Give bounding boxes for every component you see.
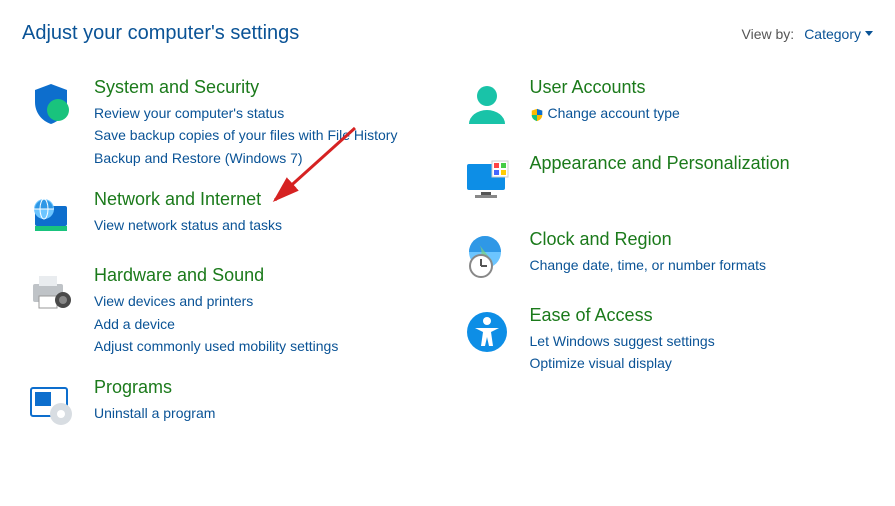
- programs-icon: [22, 375, 80, 433]
- accessibility-icon: [458, 303, 516, 361]
- clock-globe-icon: [458, 227, 516, 285]
- category-user-accounts: User Accounts Change account type: [458, 75, 874, 133]
- view-by-dropdown[interactable]: Category: [804, 26, 873, 42]
- category-title-appearance[interactable]: Appearance and Personalization: [530, 153, 790, 174]
- page-title: Adjust your computer's settings: [22, 22, 299, 45]
- link-network-status[interactable]: View network status and tasks: [94, 214, 282, 236]
- category-network-internet: Network and Internet View network status…: [22, 187, 438, 245]
- category-title-network[interactable]: Network and Internet: [94, 189, 282, 210]
- category-hardware-sound: Hardware and Sound View devices and prin…: [22, 263, 438, 357]
- category-programs: Programs Uninstall a program: [22, 375, 438, 433]
- link-date-time-formats[interactable]: Change date, time, or number formats: [530, 254, 767, 276]
- link-review-status[interactable]: Review your computer's status: [94, 102, 397, 124]
- link-suggest-settings[interactable]: Let Windows suggest settings: [530, 330, 715, 352]
- category-appearance: Appearance and Personalization: [458, 151, 874, 209]
- link-devices-printers[interactable]: View devices and printers: [94, 290, 338, 312]
- category-system-security: System and Security Review your computer…: [22, 75, 438, 169]
- link-uninstall-program[interactable]: Uninstall a program: [94, 402, 215, 424]
- category-ease-of-access: Ease of Access Let Windows suggest setti…: [458, 303, 874, 375]
- view-by-label: View by:: [742, 26, 795, 42]
- category-title-hardware[interactable]: Hardware and Sound: [94, 265, 338, 286]
- shield-icon: [22, 75, 80, 133]
- view-by-value: Category: [804, 26, 861, 42]
- link-file-history[interactable]: Save backup copies of your files with Fi…: [94, 124, 397, 146]
- link-backup-restore[interactable]: Backup and Restore (Windows 7): [94, 147, 397, 169]
- link-change-account-type[interactable]: Change account type: [530, 102, 680, 124]
- printer-icon: [22, 263, 80, 321]
- category-title-users[interactable]: User Accounts: [530, 77, 680, 98]
- globe-network-icon: [22, 187, 80, 245]
- link-text: Change account type: [548, 102, 680, 124]
- uac-shield-icon: [530, 106, 544, 120]
- user-icon: [458, 75, 516, 133]
- view-by-selector: View by: Category: [742, 26, 873, 42]
- category-title-clock[interactable]: Clock and Region: [530, 229, 767, 250]
- category-clock-region: Clock and Region Change date, time, or n…: [458, 227, 874, 285]
- category-title-system[interactable]: System and Security: [94, 77, 397, 98]
- link-add-device[interactable]: Add a device: [94, 313, 338, 335]
- monitor-appearance-icon: [458, 151, 516, 209]
- chevron-down-icon: [865, 31, 873, 36]
- link-mobility-settings[interactable]: Adjust commonly used mobility settings: [94, 335, 338, 357]
- category-title-programs[interactable]: Programs: [94, 377, 215, 398]
- link-optimize-display[interactable]: Optimize visual display: [530, 352, 715, 374]
- category-title-ease[interactable]: Ease of Access: [530, 305, 715, 326]
